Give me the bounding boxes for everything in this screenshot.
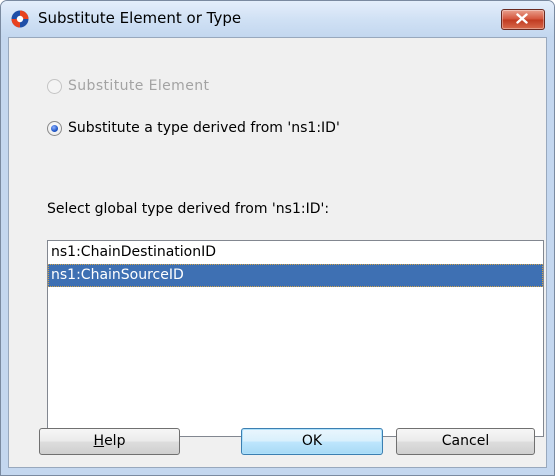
substitute-element-radio[interactable] <box>47 78 62 94</box>
select-type-label: Select global type derived from 'ns1:ID'… <box>47 201 330 217</box>
substitute-element-option[interactable]: Substitute Element <box>47 78 209 94</box>
substitute-type-option[interactable]: Substitute a type derived from 'ns1:ID' <box>47 120 340 136</box>
dialog-content: Substitute Element Substitute a type der… <box>8 37 547 468</box>
help-button[interactable]: Help <box>39 428 180 455</box>
global-type-list[interactable]: ns1:ChainDestinationID ns1:ChainSourceID <box>47 240 544 437</box>
list-item-chain-source-id[interactable]: ns1:ChainSourceID <box>48 264 543 287</box>
list-item-chain-destination-id[interactable]: ns1:ChainDestinationID <box>48 241 543 264</box>
close-button[interactable] <box>501 9 545 30</box>
dialog-title: Substitute Element or Type <box>38 9 242 27</box>
close-x-icon <box>516 13 528 24</box>
oracle-jdeveloper-icon <box>11 10 29 28</box>
cancel-button[interactable]: Cancel <box>396 428 535 455</box>
substitute-element-label: Substitute Element <box>68 78 210 94</box>
help-label-rest: elp <box>104 433 126 449</box>
substitute-type-radio[interactable] <box>47 120 62 136</box>
dialog-window: Substitute Element or Type Substitute El… <box>0 0 555 476</box>
title-bar[interactable]: Substitute Element or Type <box>1 1 554 37</box>
substitute-type-label: Substitute a type derived from 'ns1:ID' <box>68 120 340 136</box>
radio-selected-dot <box>51 124 58 132</box>
ok-button[interactable]: OK <box>241 428 383 455</box>
help-mnemonic: H <box>93 433 105 449</box>
